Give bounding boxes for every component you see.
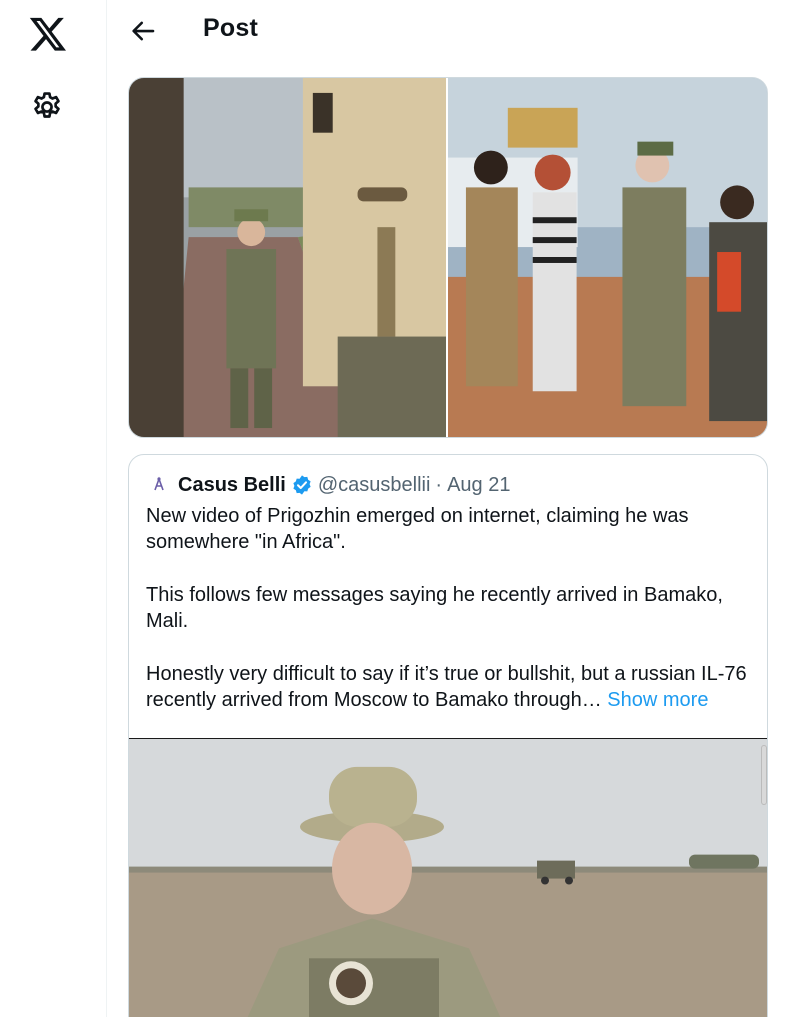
post-date[interactable]: Aug 21 <box>447 474 510 497</box>
text-paragraph: New video of Prigozhin emerged on intern… <box>146 505 689 553</box>
page-title: Post <box>203 14 258 42</box>
video-thumbnail[interactable] <box>129 738 767 1017</box>
separator-dot: · <box>435 473 443 496</box>
show-more-link[interactable]: Show more <box>607 689 708 711</box>
verified-badge-icon <box>293 475 311 495</box>
quoted-post-text: New video of Prigozhin emerged on intern… <box>146 503 756 713</box>
left-nav <box>0 0 107 1017</box>
x-logo-icon[interactable] <box>28 14 68 54</box>
text-paragraph: This follows few messages saying he rece… <box>146 584 723 632</box>
quoted-post-header: Casus Belli @casusbellii · Aug 21 <box>149 473 510 497</box>
text-paragraph: Honestly very difficult to say if it’s t… <box>146 661 756 713</box>
gear-icon[interactable] <box>30 90 64 124</box>
top-header: Post <box>108 0 789 62</box>
author-name[interactable]: Casus Belli <box>178 474 286 497</box>
media-grid <box>128 77 768 438</box>
scrollbar[interactable] <box>761 745 767 805</box>
arrow-left-icon[interactable] <box>128 16 158 46</box>
photo-group-of-men[interactable] <box>448 78 767 437</box>
quoted-post[interactable]: Casus Belli @casusbellii · Aug 21 New vi… <box>128 454 768 1017</box>
author-handle[interactable]: @casusbellii <box>318 474 431 497</box>
avatar[interactable] <box>149 475 169 495</box>
photo-soldier-by-vehicle-door[interactable] <box>129 78 448 437</box>
